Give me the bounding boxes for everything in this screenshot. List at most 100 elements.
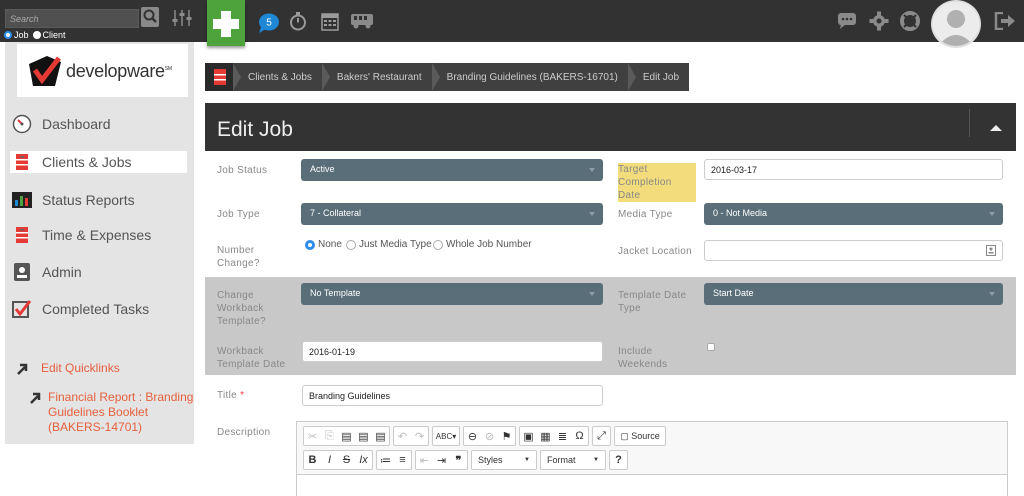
sidebar-item-time-expenses[interactable]: Time & Expenses [12,224,192,246]
sidebar-item-label: Clients & Jobs [42,154,132,170]
radio-unselected[interactable] [346,239,356,250]
bar-chart-icon [12,190,32,210]
breadcrumb: Clients & Jobs Bakers' Restaurant Brandi… [205,63,690,91]
lifebuoy-icon[interactable] [900,11,920,31]
user-avatar[interactable] [931,0,981,48]
bulleted-list-icon[interactable]: ≡ [394,450,411,470]
comment-icon[interactable] [837,12,857,30]
add-button[interactable] [207,0,245,46]
title-input[interactable]: Branding Guidelines [302,385,603,406]
radio-selected[interactable] [305,239,315,250]
number-change-none[interactable]: None [305,239,342,250]
job-type-select[interactable]: 7 - Collateral [301,203,603,225]
workback-template-date-input[interactable]: 2016-01-19 [302,341,603,362]
help-icon[interactable]: ? [610,450,627,470]
strike-icon[interactable]: S [338,450,355,470]
special-char-icon[interactable]: Ω [571,426,588,446]
job-type-label: Job Type [217,209,260,220]
sidebar-item-admin[interactable]: Admin [12,261,192,283]
arrow-up-right-icon [17,363,28,375]
sidebar-item-status-reports[interactable]: Status Reports [12,189,192,211]
sidebar-item-completed-tasks[interactable]: Completed Tasks [12,298,192,320]
target-date-label: Target Completion Date [618,163,696,202]
cabinet-icon [12,152,32,172]
search-input[interactable]: Search [5,9,139,28]
cut-icon[interactable]: ✂ [304,426,321,446]
template-date-type-select[interactable]: Start Date [704,283,1003,305]
anchor-flag-icon[interactable]: ⚑ [498,426,515,446]
notifications-button[interactable]: 5 [258,13,280,38]
image-icon[interactable]: ▣ [520,426,537,446]
sidebar-item-dashboard[interactable]: Dashboard [12,113,192,135]
person-silhouette-icon [938,10,974,46]
gear-icon[interactable] [869,11,889,31]
job-status-select[interactable]: Active [301,159,603,181]
sidebar-item-clients-jobs[interactable]: Clients & Jobs [10,151,187,173]
developware-logo[interactable]: developwareSM [17,44,188,97]
number-change-media-type[interactable]: Just Media Type [346,239,432,250]
number-change-whole[interactable]: Whole Job Number [433,239,532,250]
chat-bubble-icon: 5 [259,13,279,33]
redo-icon[interactable]: ↷ [411,426,428,446]
media-type-select[interactable]: 0 - Not Media [704,203,1003,225]
table-icon[interactable]: ▦ [537,426,554,446]
horizontal-line-icon[interactable]: ≣ [554,426,571,446]
client-radio[interactable] [32,31,41,39]
title-label: Title * [217,390,245,401]
indent-icon[interactable]: ⇥ [433,450,450,470]
styles-dropdown[interactable]: Styles ▼ [471,450,537,470]
top-bar: Search Job Client 5 [0,0,1024,48]
include-weekends-checkbox[interactable] [707,343,715,351]
undo-icon[interactable]: ↶ [394,426,411,446]
copy-icon[interactable]: ⎘ [321,426,338,446]
paste-text-icon[interactable]: ▤ [355,426,372,446]
unlink-icon[interactable]: ⊘ [481,426,498,446]
indent-group: ⇤ ⇥ ❞ [415,450,468,470]
remove-format-icon[interactable]: Ix [355,450,372,470]
jacket-location-input[interactable] [704,240,1003,261]
sidebar-item-label: Status Reports [42,192,135,208]
job-radio[interactable] [4,31,12,39]
breadcrumb-item[interactable]: Branding Guidelines (BAKERS-16701) [442,63,628,91]
logout-icon[interactable] [994,12,1016,30]
truck-icon[interactable] [350,13,374,29]
paste-icon[interactable]: ▤ [338,426,355,446]
radio-unselected[interactable] [433,239,443,250]
numbered-list-icon[interactable]: ≔ [377,450,394,470]
clipboard-group: ✂ ⎘ ▤ ▤ ▤ [303,426,390,446]
calendar-icon[interactable] [321,11,339,31]
paste-word-icon[interactable]: ▤ [372,426,389,446]
filter-sliders-icon[interactable] [171,8,193,28]
breadcrumb-home[interactable] [205,63,233,91]
breadcrumb-item[interactable]: Bakers' Restaurant [332,63,432,91]
contact-card-icon[interactable] [986,245,996,256]
description-editor: ✂ ⎘ ▤ ▤ ▤ ↶ ↷ ABC▾ ⊖ ⊘ ⚑ ▣ ▦ ≣ Ω ⤢ ▢ Sou… [296,421,1008,496]
include-weekends-label: Include Weekends [618,346,668,370]
target-completion-date-input[interactable]: 2016-03-17 [704,159,1003,180]
spellcheck-icon[interactable]: ABC▾ [433,426,459,446]
sidebar: developwareSM Dashboard Clients & Jobs S… [5,42,194,444]
source-button[interactable]: ▢ Source [615,426,665,446]
stopwatch-icon[interactable] [289,11,307,31]
italic-icon[interactable]: I [321,450,338,470]
cabinet-icon [214,69,226,85]
maximize-icon[interactable]: ⤢ [593,426,610,446]
link-icon[interactable]: ⊖ [464,426,481,446]
change-template-select[interactable]: No Template [301,283,603,305]
search-button[interactable] [141,7,159,27]
jacket-location-label: Jacket Location [618,246,692,257]
format-dropdown[interactable]: Format ▼ [540,450,606,470]
edit-quicklinks-link[interactable]: Edit Quicklinks [41,361,120,376]
breadcrumb-item[interactable]: Clients & Jobs [243,63,322,91]
blockquote-icon[interactable]: ❞ [450,450,467,470]
quicklink-financial-report[interactable]: Financial Report : Branding Guidelines B… [48,390,193,435]
bold-icon[interactable]: B [304,450,321,470]
logo-text: developwareSM [66,61,172,81]
job-status-label: Job Status [217,165,268,176]
description-label: Description [217,427,271,438]
template-date-type-label: Template Date Type [618,290,687,314]
editor-content-area[interactable] [297,474,1007,496]
collapse-caret-icon[interactable] [990,125,1002,131]
quicklink-line: (BAKERS-14701) [48,420,143,434]
outdent-icon[interactable]: ⇤ [416,450,433,470]
